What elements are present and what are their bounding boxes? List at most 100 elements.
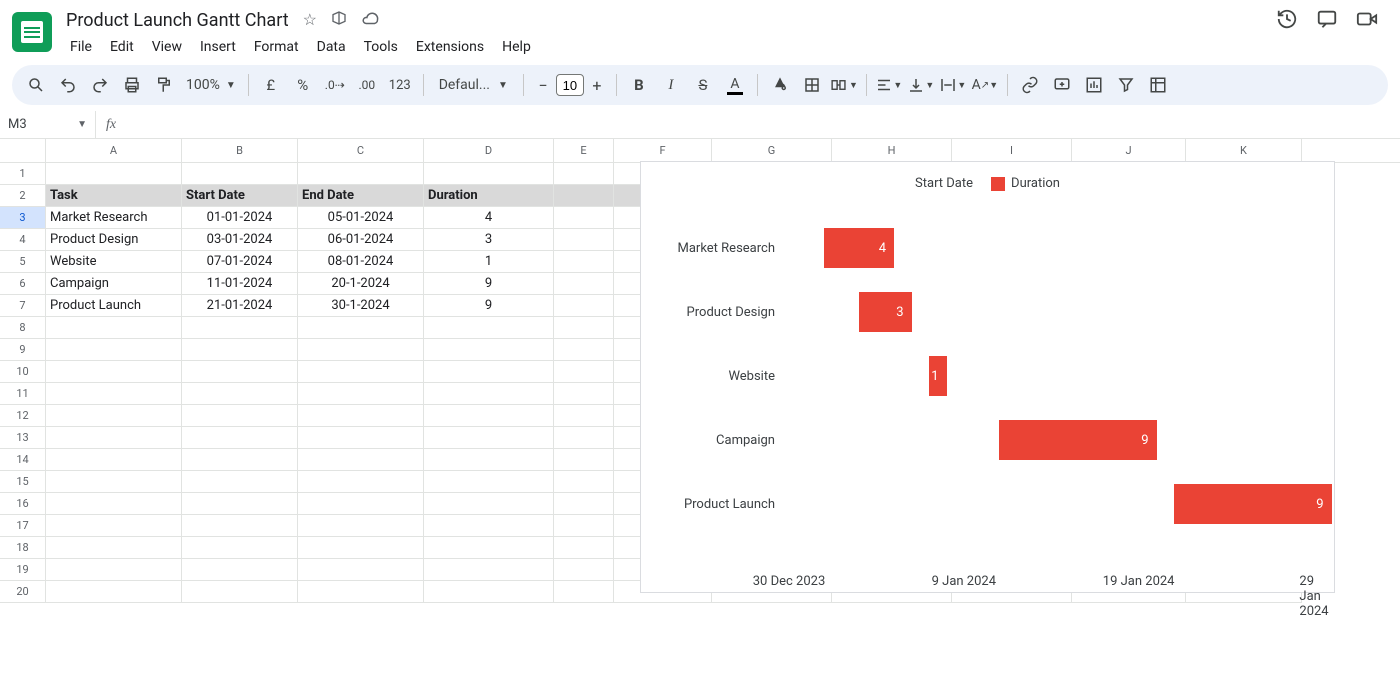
menu-file[interactable]: File [62,35,100,59]
cell[interactable] [424,581,554,603]
cell[interactable]: 08-01-2024 [298,251,424,273]
cell[interactable] [554,449,614,471]
increase-decimal-icon[interactable]: .00 [353,71,381,99]
row-header[interactable]: 18 [0,537,46,559]
spreadsheet-grid[interactable]: ABCDEFGHIJK 12TaskStart DateEnd DateDura… [0,139,1400,603]
cell[interactable] [46,471,182,493]
cell[interactable] [298,163,424,185]
cell[interactable]: 20-1-2024 [298,273,424,295]
cell[interactable] [298,405,424,427]
insert-comment-icon[interactable] [1048,71,1076,99]
zoom-select[interactable]: 100%▼ [182,77,240,93]
bold-icon[interactable]: B [625,71,653,99]
cell[interactable] [554,229,614,251]
row-header[interactable]: 2 [0,185,46,207]
cell[interactable] [424,339,554,361]
cell[interactable] [424,537,554,559]
strikethrough-icon[interactable]: S [689,71,717,99]
cloud-status-icon[interactable] [361,10,379,32]
text-rotation-icon[interactable]: A↗▼ [971,71,999,99]
row-header[interactable]: 6 [0,273,46,295]
row-header[interactable]: 7 [0,295,46,317]
row-header[interactable]: 8 [0,317,46,339]
comment-icon[interactable] [1316,8,1338,34]
row-header[interactable]: 14 [0,449,46,471]
horizontal-align-icon[interactable]: ▼ [875,71,903,99]
cell[interactable]: 05-01-2024 [298,207,424,229]
cell[interactable]: Start Date [182,185,298,207]
cell[interactable] [554,581,614,603]
cell[interactable] [298,559,424,581]
cell[interactable] [554,383,614,405]
cell[interactable] [554,339,614,361]
cell[interactable] [424,361,554,383]
cell[interactable] [298,493,424,515]
column-header[interactable]: I [952,139,1072,162]
cell[interactable] [424,471,554,493]
column-header[interactable]: J [1072,139,1186,162]
row-header[interactable]: 19 [0,559,46,581]
cell[interactable] [554,471,614,493]
gantt-chart[interactable]: Start Date Duration Market Research4Prod… [640,161,1335,593]
cell[interactable]: Campaign [46,273,182,295]
cell[interactable]: Product Launch [46,295,182,317]
cell[interactable] [554,207,614,229]
cell[interactable] [298,361,424,383]
fill-color-icon[interactable] [766,71,794,99]
functions-icon[interactable] [1144,71,1172,99]
column-header[interactable]: A [46,139,182,162]
cell[interactable]: 3 [424,229,554,251]
cell[interactable] [424,559,554,581]
cell[interactable] [424,427,554,449]
cell[interactable] [424,515,554,537]
cell[interactable] [182,515,298,537]
cell[interactable] [554,361,614,383]
column-header[interactable]: F [614,139,712,162]
cell[interactable] [298,515,424,537]
cell[interactable] [182,449,298,471]
row-header[interactable]: 16 [0,493,46,515]
cell[interactable] [46,317,182,339]
cell[interactable] [298,537,424,559]
cell[interactable] [46,493,182,515]
row-header[interactable]: 20 [0,581,46,603]
borders-icon[interactable] [798,71,826,99]
row-header[interactable]: 10 [0,361,46,383]
cell[interactable] [182,493,298,515]
sheets-app-icon[interactable] [12,12,52,52]
cell[interactable] [424,163,554,185]
font-size-increase[interactable]: + [586,76,608,95]
font-size-input[interactable] [556,74,584,96]
cell[interactable] [554,405,614,427]
merge-cells-icon[interactable]: ▼ [830,71,858,99]
cell[interactable]: 03-01-2024 [182,229,298,251]
row-header[interactable]: 9 [0,339,46,361]
redo-icon[interactable] [86,71,114,99]
cell[interactable] [46,427,182,449]
meet-icon[interactable] [1356,8,1378,34]
cell[interactable]: 11-01-2024 [182,273,298,295]
cell[interactable]: Task [46,185,182,207]
cell[interactable]: 06-01-2024 [298,229,424,251]
row-header[interactable]: 13 [0,427,46,449]
menu-format[interactable]: Format [246,35,307,59]
cell[interactable] [554,273,614,295]
cell[interactable]: End Date [298,185,424,207]
cell[interactable]: 9 [424,273,554,295]
more-formats-icon[interactable]: 123 [385,71,415,99]
menu-data[interactable]: Data [309,35,354,59]
vertical-align-icon[interactable]: ▼ [907,71,935,99]
menu-extensions[interactable]: Extensions [408,35,492,59]
undo-icon[interactable] [54,71,82,99]
cell[interactable] [182,317,298,339]
cell[interactable] [554,493,614,515]
font-size-decrease[interactable]: − [532,76,554,95]
cell[interactable] [424,383,554,405]
cell[interactable] [554,163,614,185]
cell[interactable] [298,581,424,603]
insert-link-icon[interactable] [1016,71,1044,99]
select-all-corner[interactable] [0,139,46,162]
cell[interactable]: Product Design [46,229,182,251]
cell[interactable]: 1 [424,251,554,273]
menu-tools[interactable]: Tools [356,35,406,59]
